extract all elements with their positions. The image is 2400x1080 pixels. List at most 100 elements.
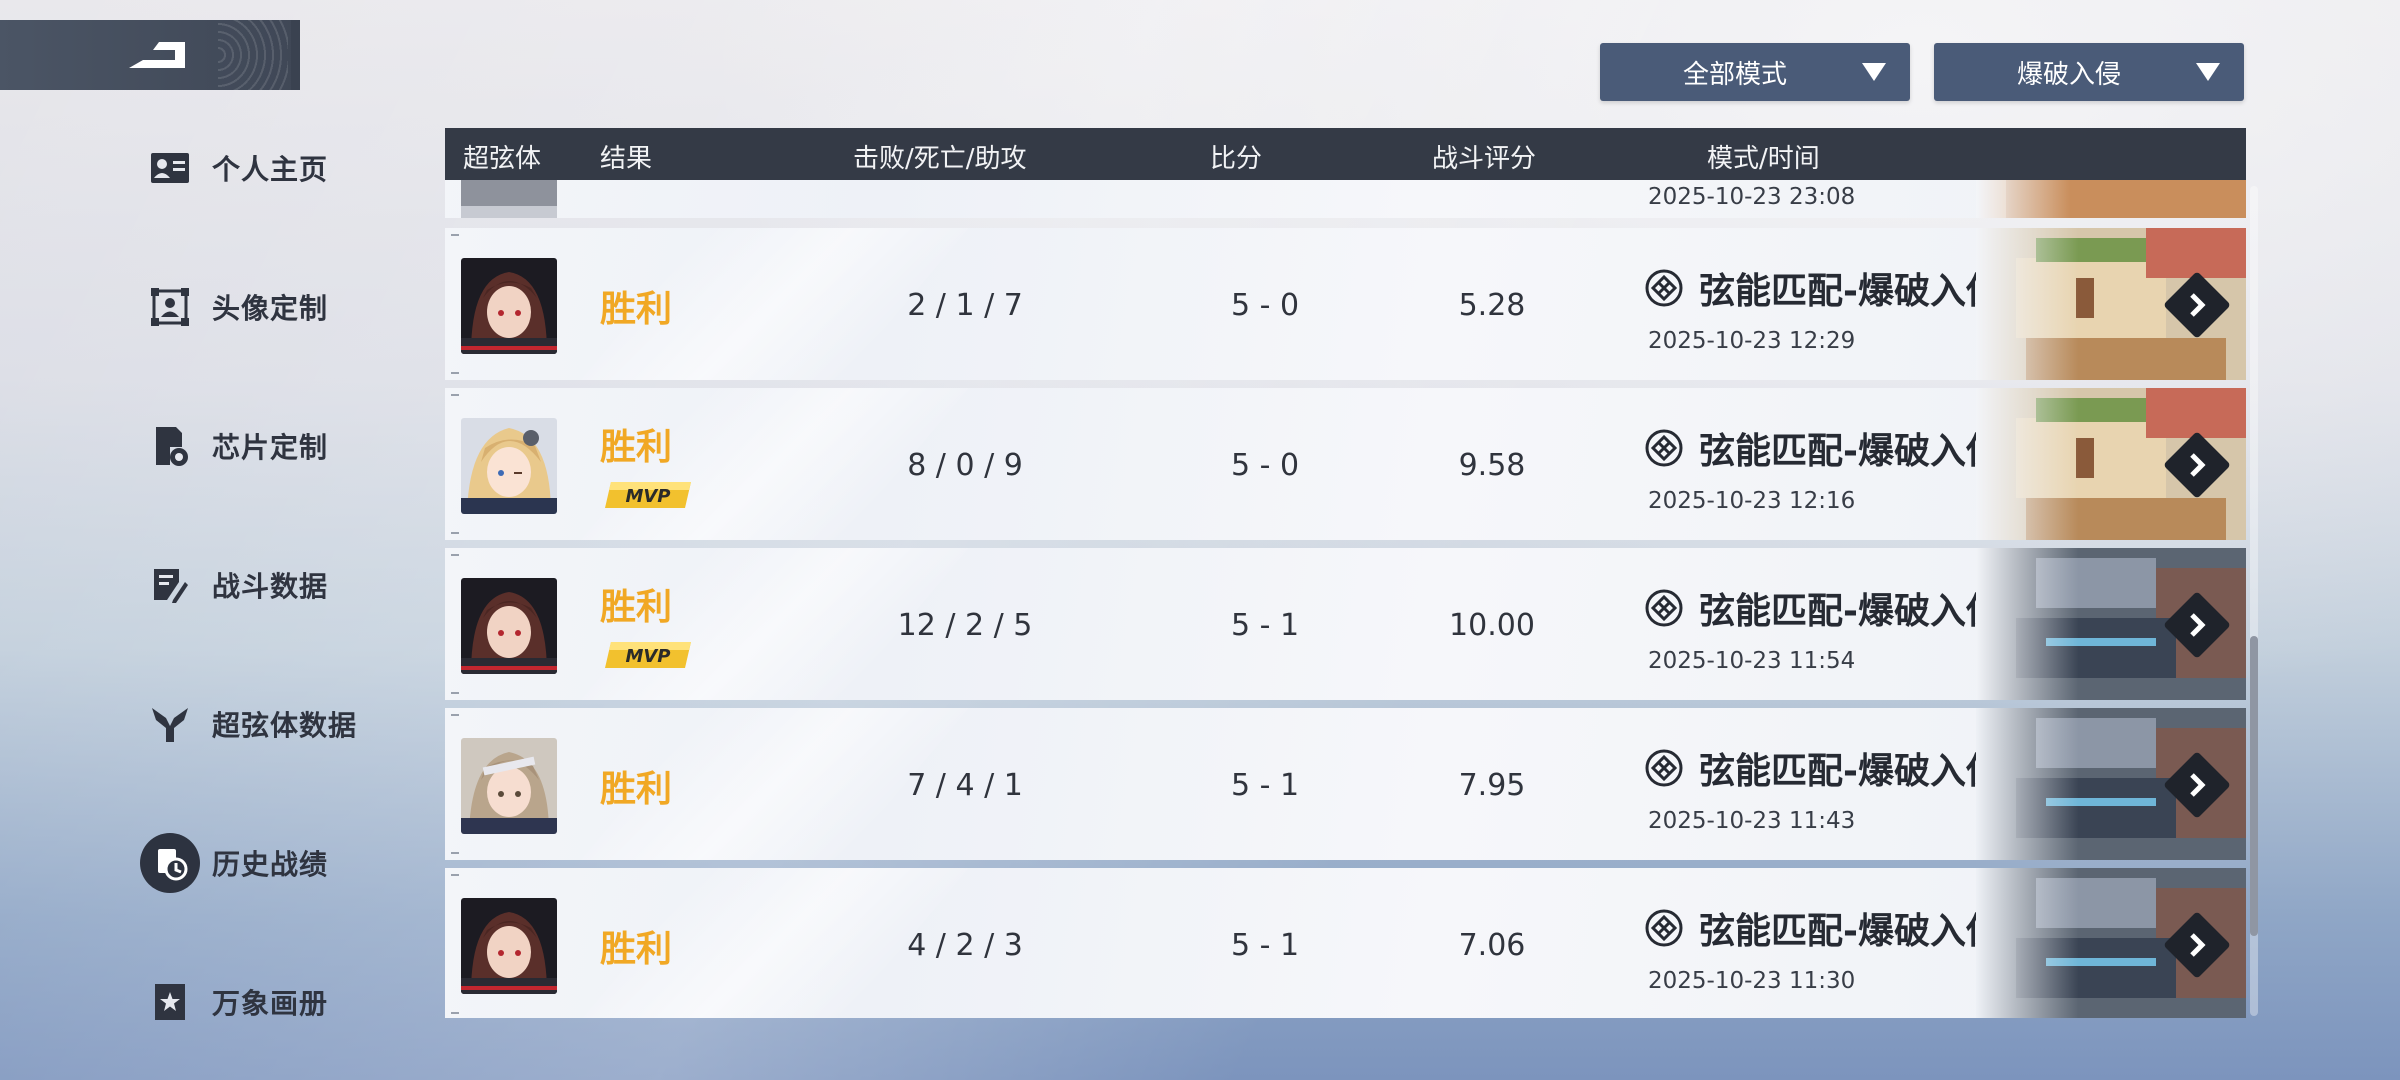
match-history-list[interactable]: 2025-10-23 23:08 胜利 2 / 1 / 7 5 - 0 5.28…	[445, 180, 2246, 1018]
table-row[interactable]: 胜利 MVP 12 / 2 / 5 5 - 1 10.00 弦能匹配-爆破入侵 …	[445, 548, 2246, 700]
mode-name: 弦能匹配-爆破入侵	[1699, 591, 2002, 632]
result-label: 胜利	[600, 769, 673, 810]
score-value: 5 - 1	[1230, 928, 1300, 963]
match-detail-button[interactable]	[2163, 751, 2231, 819]
kda-value: 2 / 1 / 7	[907, 288, 1023, 323]
sidebar-item-character-data[interactable]: 超弦体数据	[140, 694, 440, 754]
match-detail-button[interactable]	[2163, 271, 2231, 339]
profile-card-icon	[140, 138, 200, 198]
back-button-accent	[291, 20, 300, 90]
result-label: 胜利	[600, 289, 673, 330]
mode-name: 弦能匹配-爆破入侵	[1699, 271, 2002, 312]
mode-emblem-icon	[1645, 909, 1683, 947]
character-icon	[140, 694, 200, 754]
album-star-icon	[140, 972, 200, 1032]
row-marker	[451, 234, 459, 236]
match-detail-button[interactable]	[2163, 431, 2231, 499]
mvp-badge: MVP	[605, 642, 691, 668]
result-label: 胜利	[600, 929, 673, 970]
match-time: 2025-10-23 12:16	[1648, 488, 1856, 514]
mode-name: 弦能匹配-爆破入侵	[1699, 751, 2002, 792]
row-marker	[451, 692, 459, 694]
sidebar-item-label: 历史战绩	[212, 848, 329, 881]
chevron-right-icon	[2190, 293, 2206, 317]
mode-label-group: 弦能匹配-爆破入侵	[1645, 742, 2002, 794]
score-value: 5 - 0	[1230, 288, 1300, 323]
table-row[interactable]: 胜利 MVP 8 / 0 / 9 5 - 0 9.58 弦能匹配-爆破入侵 20…	[445, 388, 2246, 540]
sidebar-item-avatar[interactable]: 头像定制	[140, 277, 440, 337]
chevron-right-icon	[2190, 933, 2206, 957]
back-button[interactable]	[0, 20, 300, 90]
row-marker	[451, 1012, 459, 1014]
kda-value: 8 / 0 / 9	[907, 448, 1023, 483]
rating-value: 7.06	[1458, 928, 1526, 963]
kda-value: 4 / 2 / 3	[907, 928, 1023, 963]
match-detail-button[interactable]	[2163, 911, 2231, 979]
character-avatar	[461, 738, 557, 834]
type-filter-value: 爆破入侵	[2016, 59, 2121, 90]
mode-emblem-icon	[1645, 269, 1683, 307]
rating-value: 9.58	[1458, 448, 1526, 483]
result-label: 胜利	[600, 587, 673, 628]
mvp-badge: MVP	[605, 482, 691, 508]
mode-filter-dropdown[interactable]: 全部模式	[1600, 43, 1910, 101]
match-time: 2025-10-23 11:43	[1648, 808, 1856, 834]
list-scrollbar[interactable]	[2250, 186, 2258, 1016]
sidebar-item-label: 个人主页	[212, 153, 329, 186]
match-time: 2025-10-23 11:30	[1648, 968, 1856, 994]
score-value: 5 - 1	[1230, 608, 1300, 643]
header-rating: 战斗评分	[1432, 144, 1537, 174]
match-time: 2025-10-23 11:54	[1648, 648, 1856, 674]
back-arrow-icon	[129, 42, 185, 68]
rating-value: 5.28	[1458, 288, 1526, 323]
mode-emblem-icon	[1645, 429, 1683, 467]
mode-filter-value: 全部模式	[1682, 59, 1787, 90]
table-row-partial[interactable]: 2025-10-23 23:08	[445, 180, 2246, 218]
match-time: 2025-10-23 23:08	[1648, 184, 1856, 210]
sidebar-item-history[interactable]: 历史战绩	[140, 833, 440, 893]
svg-text:MVP: MVP	[625, 646, 670, 667]
scrollbar-thumb[interactable]	[2250, 636, 2258, 936]
mode-emblem-icon	[1645, 589, 1683, 627]
chip-gear-icon	[140, 416, 200, 476]
mode-label-group: 弦能匹配-爆破入侵	[1645, 262, 2002, 314]
battle-data-icon	[140, 555, 200, 615]
character-avatar	[461, 258, 557, 354]
mode-emblem-icon	[1645, 749, 1683, 787]
row-marker	[451, 852, 459, 854]
chevron-right-icon	[2190, 613, 2206, 637]
match-detail-button[interactable]	[2163, 591, 2231, 659]
sidebar-item-profile[interactable]: 个人主页	[140, 138, 440, 198]
table-row[interactable]: 胜利 2 / 1 / 7 5 - 0 5.28 弦能匹配-爆破入侵 2025-1…	[445, 228, 2246, 380]
score-value: 5 - 1	[1230, 768, 1300, 803]
sidebar-item-label: 芯片定制	[212, 431, 329, 464]
chevron-right-icon	[2190, 453, 2206, 477]
mode-name: 弦能匹配-爆破入侵	[1699, 911, 2002, 952]
chevron-down-icon	[2196, 63, 2220, 81]
table-header: 超弦体 结果 击败/死亡/助攻 比分 战斗评分 模式/时间	[445, 128, 2246, 180]
map-thumbnail	[1976, 180, 2246, 218]
kda-value: 12 / 2 / 5	[897, 608, 1033, 643]
mode-name: 弦能匹配-爆破入侵	[1699, 431, 2002, 472]
sidebar-item-album[interactable]: 万象画册	[140, 972, 440, 1032]
character-avatar	[461, 578, 557, 674]
type-filter-dropdown[interactable]: 爆破入侵	[1934, 43, 2244, 101]
header-mode-time: 模式/时间	[1707, 144, 1820, 174]
sidebar-item-battle-data[interactable]: 战斗数据	[140, 555, 440, 615]
sidebar-item-label: 超弦体数据	[212, 709, 358, 742]
kda-value: 7 / 4 / 1	[907, 768, 1023, 803]
table-row[interactable]: 胜利 7 / 4 / 1 5 - 1 7.95 弦能匹配-爆破入侵 2025-1…	[445, 708, 2246, 860]
sidebar-item-chip[interactable]: 芯片定制	[140, 416, 440, 476]
result-label: 胜利	[600, 427, 673, 468]
table-row[interactable]: 胜利 4 / 2 / 3 5 - 1 7.06 弦能匹配-爆破入侵 2025-1…	[445, 868, 2246, 1018]
character-avatar	[461, 898, 557, 994]
rating-value: 7.95	[1458, 768, 1526, 803]
rating-value: 10.00	[1449, 608, 1535, 643]
mode-label-group: 弦能匹配-爆破入侵	[1645, 582, 2002, 634]
svg-text:MVP: MVP	[625, 486, 670, 507]
back-button-rings	[218, 20, 288, 90]
character-avatar	[461, 418, 557, 514]
row-marker	[451, 394, 459, 396]
mode-label-group: 弦能匹配-爆破入侵	[1645, 902, 2002, 954]
avatar-frame-icon	[140, 277, 200, 337]
